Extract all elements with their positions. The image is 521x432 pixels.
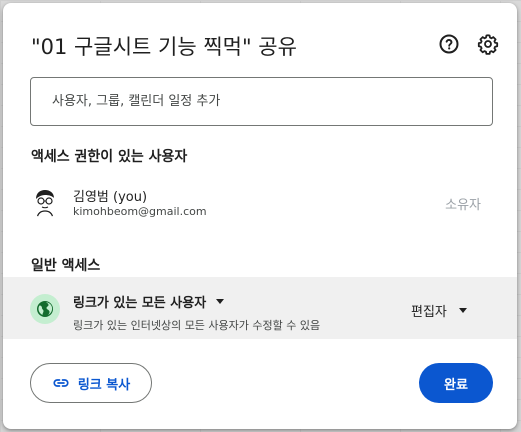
avatar bbox=[29, 186, 61, 218]
copy-link-button[interactable]: 링크 복사 bbox=[30, 363, 152, 403]
link-scope-dropdown[interactable]: 링크가 있는 모든 사용자 bbox=[73, 292, 225, 311]
gear-icon[interactable] bbox=[476, 32, 500, 56]
role-label: 편집자 bbox=[411, 305, 447, 320]
owner-role-label: 소유자 bbox=[445, 198, 481, 213]
user-email: kimohbeom@gmail.com bbox=[73, 205, 207, 218]
caret-down-icon bbox=[216, 299, 225, 304]
role-dropdown[interactable]: 편집자 bbox=[411, 301, 467, 320]
general-access-heading: 일반 액세스 bbox=[31, 258, 101, 274]
general-access-row: 링크가 있는 모든 사용자 링크가 있는 인터넷상의 모든 사용자가 수정할 수… bbox=[3, 277, 517, 339]
done-label: 완료 bbox=[444, 377, 468, 393]
link-scope-label: 링크가 있는 모든 사용자 bbox=[73, 296, 207, 311]
done-button[interactable]: 완료 bbox=[419, 363, 493, 403]
user-name: 김영범 (you) bbox=[73, 190, 148, 205]
share-dialog: "01 구글시트 기능 찍먹" 공유 액세스 권한이 있는 사용자 김영범 (y… bbox=[3, 3, 517, 429]
link-icon bbox=[53, 379, 69, 387]
dialog-title: "01 구글시트 기능 찍먹" 공유 bbox=[31, 35, 297, 59]
globe-icon bbox=[30, 294, 60, 324]
help-icon[interactable] bbox=[437, 32, 461, 56]
copy-link-label: 링크 복사 bbox=[77, 377, 131, 393]
link-scope-description: 링크가 있는 인터넷상의 모든 사용자가 수정할 수 있음 bbox=[73, 319, 321, 332]
people-with-access-heading: 액세스 권한이 있는 사용자 bbox=[31, 149, 188, 165]
caret-down-icon bbox=[458, 308, 467, 313]
add-people-input[interactable] bbox=[30, 77, 493, 126]
